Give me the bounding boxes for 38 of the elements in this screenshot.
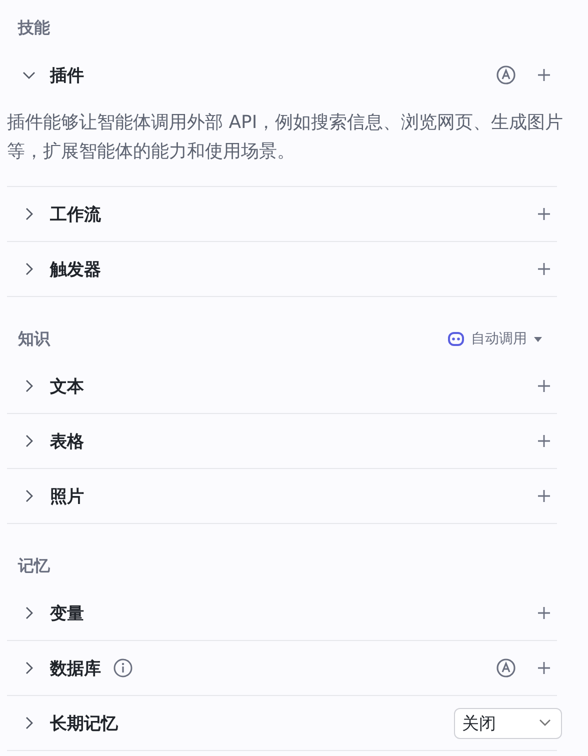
item-label: 数据库 (50, 658, 101, 680)
item-label: 变量 (50, 602, 84, 624)
auto-icon[interactable] (496, 65, 516, 85)
chevron-down-icon (539, 719, 551, 727)
section-title: 技能 (18, 18, 51, 38)
add-icon[interactable] (538, 380, 550, 392)
add-icon[interactable] (538, 607, 550, 619)
chevron-right-icon[interactable] (23, 490, 35, 502)
chevron-right-icon[interactable] (23, 717, 35, 729)
item-label: 长期记忆 (50, 712, 118, 734)
item-label: 触发器 (50, 258, 101, 280)
bot-icon (448, 332, 464, 346)
chevron-right-icon[interactable] (23, 662, 35, 674)
section-title: 记忆 (18, 556, 51, 576)
auto-icon[interactable] (496, 658, 516, 678)
add-icon[interactable] (538, 208, 550, 220)
caret-icon (534, 336, 542, 342)
add-icon[interactable] (538, 662, 550, 674)
add-icon[interactable] (538, 69, 550, 81)
item-label: 表格 (50, 430, 84, 452)
item-label: 照片 (50, 486, 84, 508)
chevron-right-icon[interactable] (23, 380, 35, 392)
chevron-right-icon[interactable] (23, 607, 35, 619)
description-text: 插件能够让智能体调用外部 API，例如搜索信息、浏览网页、生成图片等，扩展智能体的能力和使用场景。 (7, 111, 564, 164)
add-icon[interactable] (538, 263, 550, 275)
select-field[interactable]: 关闭 (454, 708, 562, 738)
chevron-down-icon[interactable] (23, 69, 35, 81)
item-label: 工作流 (50, 204, 101, 226)
item-label: 插件 (50, 64, 84, 86)
chevron-right-icon[interactable] (23, 263, 35, 275)
chevron-right-icon[interactable] (23, 435, 35, 447)
chevron-right-icon[interactable] (23, 208, 35, 220)
add-icon[interactable] (538, 490, 550, 502)
add-icon[interactable] (538, 435, 550, 447)
info-icon[interactable] (113, 658, 133, 678)
section-title: 知识 (18, 328, 52, 350)
item-label: 文本 (50, 376, 84, 398)
mode-dropdown[interactable]: 自动调用 (448, 330, 542, 348)
